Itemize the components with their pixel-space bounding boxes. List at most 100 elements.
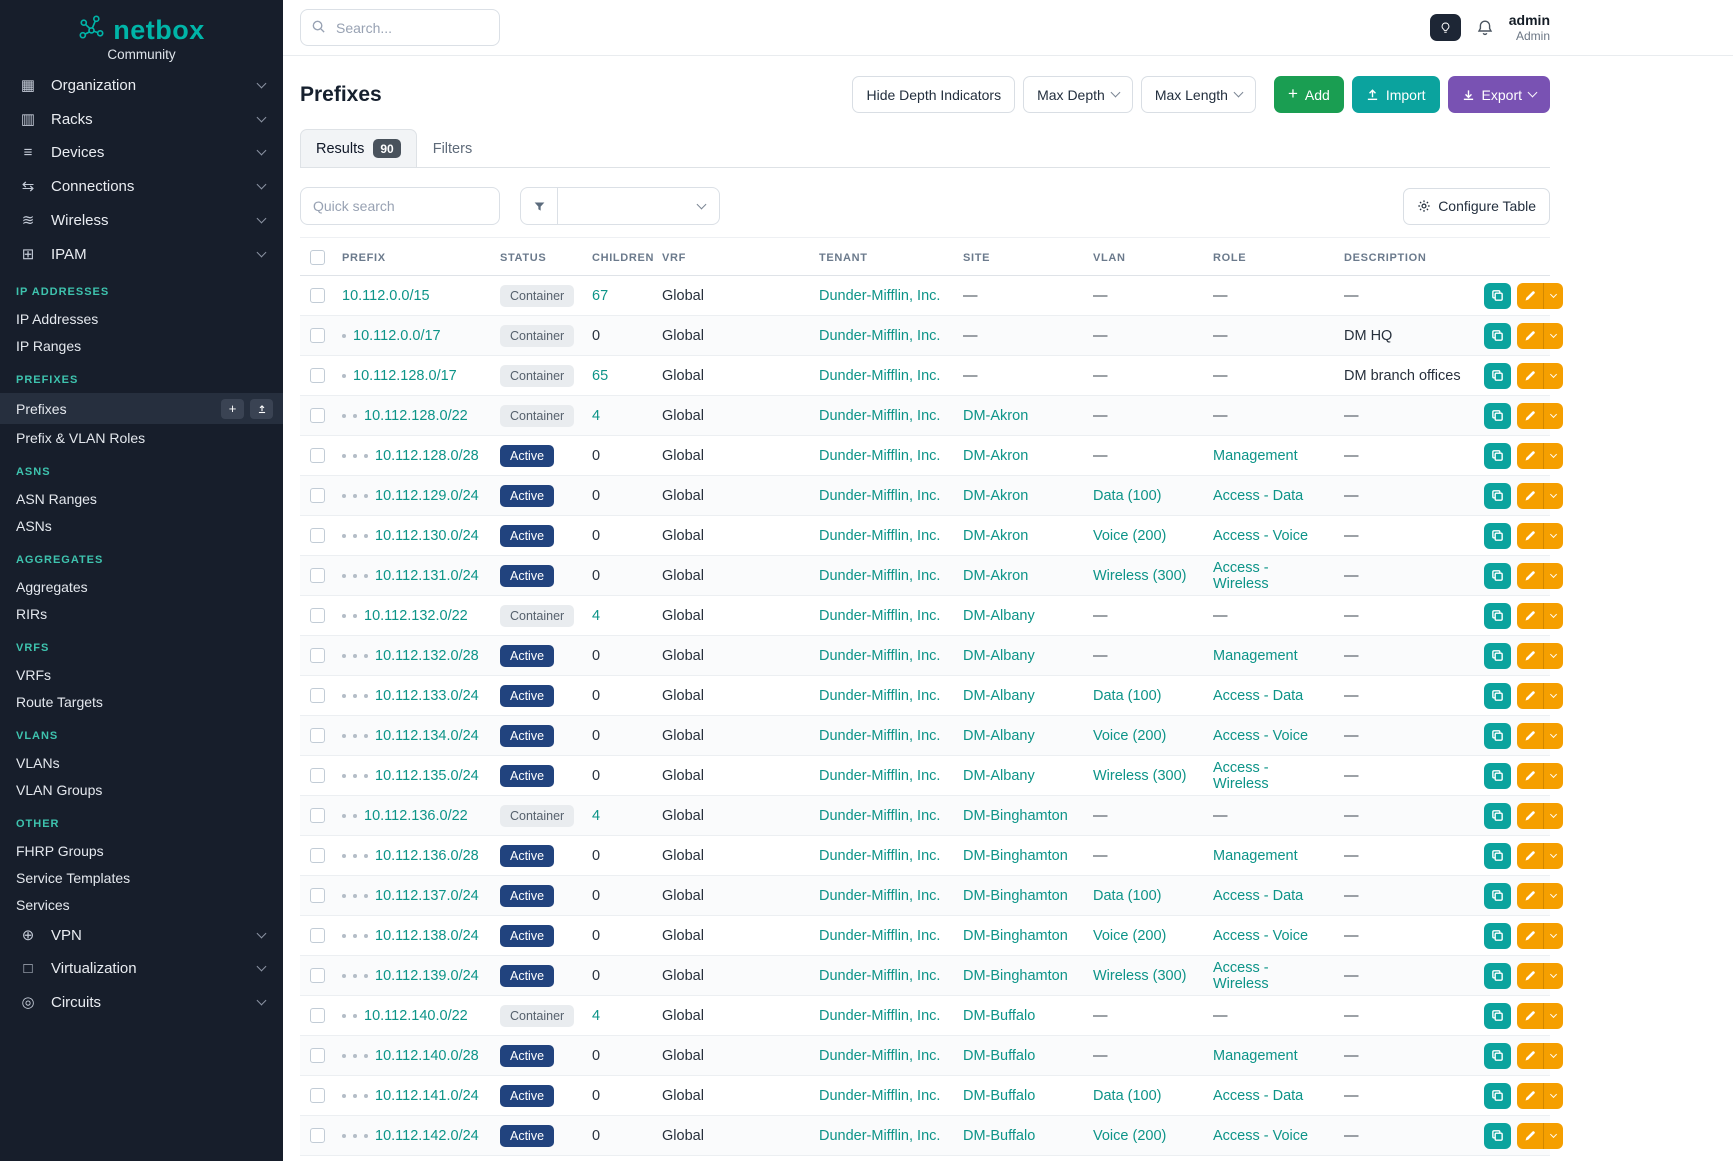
site-link[interactable]: DM-Binghamton [963, 928, 1068, 944]
tab-filters[interactable]: Filters [417, 129, 488, 168]
prefix-link[interactable]: 10.112.141.0/24 [375, 1088, 479, 1104]
tenant-link[interactable]: Dunder-Mifflin, Inc. [819, 328, 940, 344]
sidebar-item-wireless[interactable]: ≋Wireless [0, 203, 283, 237]
vlan-link[interactable]: Voice (200) [1093, 528, 1166, 544]
edit-dropdown-button[interactable] [1543, 963, 1563, 989]
row-checkbox[interactable] [310, 488, 325, 503]
clone-button[interactable] [1484, 603, 1511, 629]
edit-button[interactable] [1517, 843, 1543, 869]
row-checkbox[interactable] [310, 408, 325, 423]
edit-button[interactable] [1517, 443, 1543, 469]
role-link[interactable]: Access - Data [1213, 888, 1303, 904]
site-link[interactable]: DM-Buffalo [963, 1088, 1035, 1104]
site-link[interactable]: DM-Binghamton [963, 968, 1068, 984]
sidebar-item-vlans[interactable]: VLANs [0, 749, 283, 776]
global-search-input[interactable] [300, 9, 500, 46]
edit-dropdown-button[interactable] [1543, 1043, 1563, 1069]
column-header-status[interactable]: STATUS [492, 238, 584, 276]
tenant-link[interactable]: Dunder-Mifflin, Inc. [819, 648, 940, 664]
site-link[interactable]: DM-Albany [963, 688, 1035, 704]
sidebar-item-prefix-vlan-roles[interactable]: Prefix & VLAN Roles [0, 424, 283, 451]
sidebar-item-asn-ranges[interactable]: ASN Ranges [0, 485, 283, 512]
tenant-link[interactable]: Dunder-Mifflin, Inc. [819, 608, 940, 624]
edit-button[interactable] [1517, 563, 1543, 589]
notifications-button[interactable] [1476, 19, 1494, 37]
row-checkbox[interactable] [310, 528, 325, 543]
edit-dropdown-button[interactable] [1543, 483, 1563, 509]
edit-button[interactable] [1517, 803, 1543, 829]
prefix-link[interactable]: 10.112.129.0/24 [375, 488, 479, 504]
edit-button[interactable] [1517, 1123, 1543, 1149]
tenant-link[interactable]: Dunder-Mifflin, Inc. [819, 728, 940, 744]
column-header-site[interactable]: SITE [955, 238, 1085, 276]
row-checkbox[interactable] [310, 648, 325, 663]
clone-button[interactable] [1484, 283, 1511, 309]
site-link[interactable]: DM-Buffalo [963, 1128, 1035, 1144]
edit-button[interactable] [1517, 923, 1543, 949]
row-checkbox[interactable] [310, 368, 325, 383]
role-link[interactable]: Access - Data [1213, 688, 1303, 704]
sidebar-item-vpn[interactable]: ⊕VPN [0, 918, 283, 952]
site-link[interactable]: DM-Akron [963, 408, 1028, 424]
edit-dropdown-button[interactable] [1543, 563, 1563, 589]
edit-dropdown-button[interactable] [1543, 363, 1563, 389]
prefix-link[interactable]: 10.112.133.0/24 [375, 688, 479, 704]
vlan-link[interactable]: Data (100) [1093, 688, 1162, 704]
sidebar-item-devices[interactable]: ≡Devices [0, 136, 283, 169]
prefix-link[interactable]: 10.112.142.0/24 [375, 1128, 479, 1144]
prefix-link[interactable]: 10.112.130.0/24 [375, 528, 479, 544]
vlan-link[interactable]: Voice (200) [1093, 728, 1166, 744]
sidebar-item-route-targets[interactable]: Route Targets [0, 688, 283, 715]
edit-button[interactable] [1517, 1003, 1543, 1029]
children-count-link[interactable]: 65 [592, 368, 608, 384]
clone-button[interactable] [1484, 403, 1511, 429]
vlan-link[interactable]: Data (100) [1093, 488, 1162, 504]
sidebar-item-racks[interactable]: ▥Racks [0, 102, 283, 136]
sidebar-item-vlan-groups[interactable]: VLAN Groups [0, 776, 283, 803]
sidebar-item-connections[interactable]: ⇆Connections [0, 169, 283, 203]
role-link[interactable]: Management [1213, 1048, 1298, 1064]
tenant-link[interactable]: Dunder-Mifflin, Inc. [819, 688, 940, 704]
sidebar-item-rirs[interactable]: RIRs [0, 600, 283, 627]
sidebar-add-prefix-button[interactable]: + [221, 399, 244, 419]
filter-button[interactable] [520, 187, 558, 225]
tenant-link[interactable]: Dunder-Mifflin, Inc. [819, 928, 940, 944]
tenant-link[interactable]: Dunder-Mifflin, Inc. [819, 888, 940, 904]
hide-depth-indicators-button[interactable]: Hide Depth Indicators [852, 76, 1015, 113]
row-checkbox[interactable] [310, 608, 325, 623]
clone-button[interactable] [1484, 683, 1511, 709]
tenant-link[interactable]: Dunder-Mifflin, Inc. [819, 568, 940, 584]
prefix-link[interactable]: 10.112.134.0/24 [375, 728, 479, 744]
prefix-link[interactable]: 10.112.128.0/28 [375, 448, 479, 464]
role-link[interactable]: Management [1213, 848, 1298, 864]
tenant-link[interactable]: Dunder-Mifflin, Inc. [819, 528, 940, 544]
row-checkbox[interactable] [310, 968, 325, 983]
edit-dropdown-button[interactable] [1543, 803, 1563, 829]
role-link[interactable]: Access - Voice [1213, 728, 1308, 744]
tenant-link[interactable]: Dunder-Mifflin, Inc. [819, 1128, 940, 1144]
tenant-link[interactable]: Dunder-Mifflin, Inc. [819, 488, 940, 504]
edit-button[interactable] [1517, 1043, 1543, 1069]
sidebar-item-ip-ranges[interactable]: IP Ranges [0, 332, 283, 359]
row-checkbox[interactable] [310, 1128, 325, 1143]
row-checkbox[interactable] [310, 1008, 325, 1023]
sidebar-item-asns[interactable]: ASNs [0, 512, 283, 539]
tenant-link[interactable]: Dunder-Mifflin, Inc. [819, 968, 940, 984]
edit-button[interactable] [1517, 603, 1543, 629]
tenant-link[interactable]: Dunder-Mifflin, Inc. [819, 808, 940, 824]
role-link[interactable]: Access - Voice [1213, 928, 1308, 944]
clone-button[interactable] [1484, 443, 1511, 469]
edit-button[interactable] [1517, 683, 1543, 709]
site-link[interactable]: DM-Albany [963, 768, 1035, 784]
row-checkbox[interactable] [310, 728, 325, 743]
vlan-link[interactable]: Voice (200) [1093, 1128, 1166, 1144]
vlan-link[interactable]: Data (100) [1093, 1088, 1162, 1104]
edit-dropdown-button[interactable] [1543, 883, 1563, 909]
max-length-dropdown[interactable]: Max Length [1141, 76, 1256, 113]
edit-dropdown-button[interactable] [1543, 443, 1563, 469]
prefix-link[interactable]: 10.112.128.0/22 [364, 408, 468, 424]
add-button[interactable]: + Add [1274, 76, 1344, 113]
clone-button[interactable] [1484, 1083, 1511, 1109]
sidebar-item-ip-addresses[interactable]: IP Addresses [0, 305, 283, 332]
tab-results[interactable]: Results 90 [300, 129, 417, 168]
